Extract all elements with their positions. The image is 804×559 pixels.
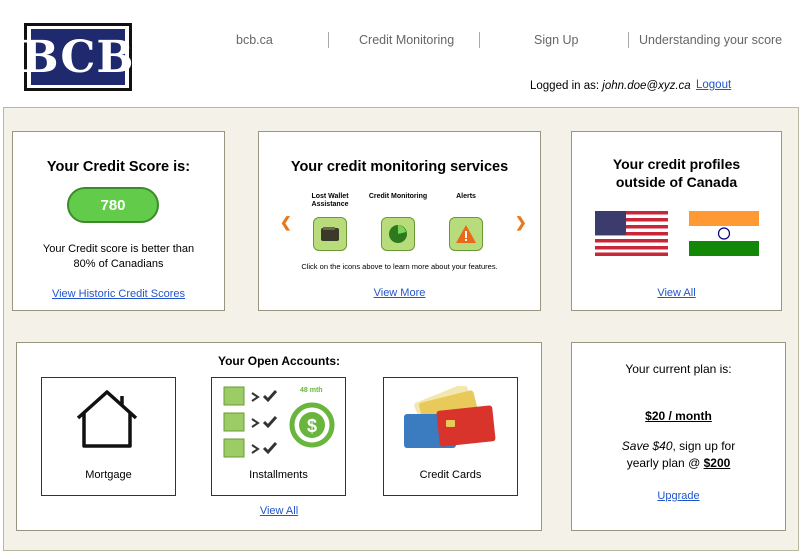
plan-upsell: Save $40, sign up for yearly plan @ $200 <box>572 438 785 472</box>
monitoring-icon[interactable] <box>381 217 415 251</box>
chevron-right-icon[interactable]: ❯ <box>515 214 527 231</box>
bcb-logo[interactable]: BCB <box>21 23 134 91</box>
house-icon <box>72 388 142 455</box>
current-plan-card: Your current plan is: $20 / month Save $… <box>571 342 786 531</box>
credit-profiles-card: Your credit profiles outside of Canada V… <box>571 131 782 311</box>
upsell-text: yearly plan @ <box>626 456 704 470</box>
india-flag-icon[interactable] <box>689 211 759 256</box>
service-label-lost-wallet: Lost Wallet Assistance <box>305 193 355 209</box>
historic-scores-link[interactable]: View Historic Credit Scores <box>13 288 224 300</box>
upsell-line-1: Save $40, sign up for <box>572 438 785 455</box>
open-accounts-title: Your Open Accounts: <box>217 354 340 368</box>
profiles-title-line-1: Your credit profiles <box>612 156 741 172</box>
mortgage-label: Mortgage <box>85 469 132 481</box>
comparison-line-2: 80% of Canadians <box>73 258 164 270</box>
dashboard-panel: Your Credit Score is: 780 Your Credit sc… <box>3 107 799 551</box>
logo-text: BCB <box>21 29 134 85</box>
monitoring-services-card: Your credit monitoring services ❮ ❯ Lost… <box>258 131 541 311</box>
open-accounts-card: Your Open Accounts: Mortgage $ 48 mth In… <box>16 342 542 531</box>
upsell-savings: Save $40 <box>621 439 673 453</box>
comparison-line-1: Your Credit score is better than <box>42 243 195 255</box>
service-label-line: Assistance <box>311 201 349 208</box>
nav-item-sign-up[interactable]: Sign Up <box>534 33 578 47</box>
chevron-left-icon[interactable]: ❮ <box>280 214 292 231</box>
service-label-alerts: Alerts <box>456 193 476 200</box>
credit-cards-icon <box>398 383 498 461</box>
plan-price: $20 / month <box>645 409 712 423</box>
alert-icon[interactable] <box>449 217 483 251</box>
svg-text:$: $ <box>307 416 317 436</box>
mortgage-account[interactable]: Mortgage <box>41 377 176 496</box>
nav-item-understanding-score[interactable]: Understanding your score <box>639 33 782 47</box>
nav-item-bcb[interactable]: bcb.ca <box>236 33 273 47</box>
profiles-title-line-2: outside of Canada <box>615 174 738 190</box>
monitoring-hint: Click on the icons above to learn more a… <box>301 262 498 271</box>
upsell-text: , sign up for <box>672 439 736 453</box>
login-status: Logged in as: john.doe@xyz.ca <box>530 80 691 92</box>
user-email: john.doe@xyz.ca <box>602 80 691 92</box>
installments-label: Installments <box>249 469 308 481</box>
accounts-view-all-link[interactable]: View All <box>17 505 541 517</box>
yearly-price: $200 <box>703 456 731 470</box>
login-label: Logged in as: <box>530 80 600 92</box>
profiles-view-all-link[interactable]: View All <box>572 287 781 299</box>
profiles-title: Your credit profiles outside of Canada <box>572 155 781 191</box>
credit-score-title: Your Credit Score is: <box>46 159 191 175</box>
upsell-line-2: yearly plan @ $200 <box>572 455 785 472</box>
credit-score-card: Your Credit Score is: 780 Your Credit sc… <box>12 131 225 311</box>
service-label-line: Lost Wallet <box>311 193 349 200</box>
nav-divider <box>328 32 329 48</box>
wallet-icon[interactable] <box>313 217 347 251</box>
view-more-link[interactable]: View More <box>259 287 540 299</box>
credit-score-value: 780 <box>67 187 159 223</box>
installments-term-badge: 48 mth <box>300 387 323 394</box>
installments-icon: $ <box>220 383 338 468</box>
nav-item-credit-monitoring[interactable]: Credit Monitoring <box>359 33 454 47</box>
score-comparison: Your Credit score is better than 80% of … <box>13 242 224 272</box>
logout-link[interactable]: Logout <box>696 79 731 91</box>
credit-cards-label: Credit Cards <box>419 469 482 481</box>
nav-divider <box>479 32 480 48</box>
service-label-credit-monitoring: Credit Monitoring <box>368 193 428 200</box>
installments-account[interactable]: $ 48 mth Installments <box>211 377 346 496</box>
upgrade-link[interactable]: Upgrade <box>572 490 785 502</box>
credit-cards-account[interactable]: Credit Cards <box>383 377 518 496</box>
nav-divider <box>628 32 629 48</box>
plan-title: Your current plan is: <box>625 362 732 376</box>
monitoring-title: Your credit monitoring services <box>290 159 509 175</box>
usa-flag-icon[interactable] <box>595 211 668 256</box>
